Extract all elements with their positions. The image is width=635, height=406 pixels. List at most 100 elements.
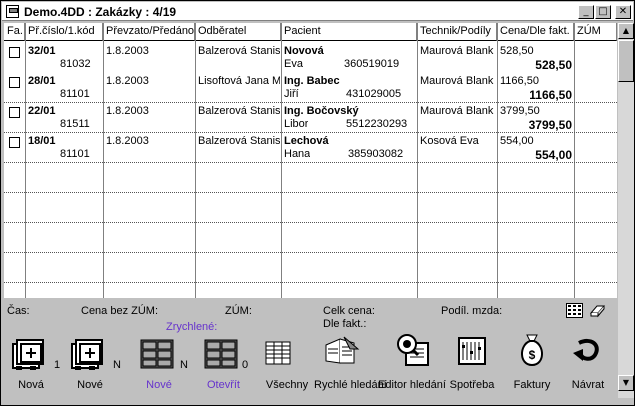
patient-id: 360519019 [344,58,400,70]
total-price-label: Celk cena: [323,305,375,317]
invoice-price: 528,50 [535,58,572,72]
patient-name: Ing. Bočovský [284,105,359,117]
customer-name: Lisoftová Jana M [198,75,280,87]
price-no-zum-label: Cena bez ZÚM: [81,305,159,317]
eraser-icon[interactable] [589,303,606,318]
consumption-icon [458,337,486,368]
tool-label: Editor hledání [378,379,446,391]
order-number: 18/01 [28,135,56,147]
scroll-up-icon[interactable]: ▲ [618,23,634,39]
tool-label: Faktury [513,379,551,391]
technician: Maurová Blank [420,45,494,57]
order-number: 28/01 [28,75,56,87]
window-title: Demo.4DD : Zakázky : 4/19 [24,5,177,19]
row-separator [4,192,617,193]
tool-suffix: N [113,359,121,371]
table-row[interactable]: 28/01 81101 1.8.2003 Lisoftová Jana M In… [4,73,617,103]
invoice-checkbox[interactable] [9,107,20,118]
invoice-price: 1166,50 [529,88,572,102]
invoice-checkbox[interactable] [9,77,20,88]
new-orders-button[interactable]: N Nové [65,331,121,391]
consumption-button[interactable]: Spotřeba [446,331,498,391]
calculator-icon[interactable] [566,303,583,318]
orders-table[interactable]: Fa. Př.číslo/1.kód Převzato/Předáno Odbě… [4,23,617,298]
new-order-button[interactable]: 1 Nová [6,331,60,391]
row-separator [4,222,617,223]
column-header-patient[interactable]: Pacient [281,23,417,41]
drawer-open-icon [204,339,238,372]
tool-suffix: 0 [242,359,249,371]
wage-share-label: Podíl. mzda: [441,305,503,317]
customer-name: Balzerová Stanisl [198,45,280,57]
invoice-checkbox[interactable] [9,47,20,58]
order-date: 1.8.2003 [106,105,149,117]
invoice-checkbox[interactable] [9,137,20,148]
table-row[interactable]: 32/01 81032 1.8.2003 Balzerová Stanisl N… [4,43,617,73]
invoices-icon: $ [517,333,547,370]
title-bar[interactable]: Demo.4DD : Zakázky : 4/19 _ □ ✕ [2,2,633,21]
patient-name: Lechová [284,135,329,147]
patient-id: 431029005 [346,88,402,100]
column-header-customer[interactable]: Odběratel [195,23,281,41]
quick-search-button[interactable]: Rychlé hledání [314,331,387,391]
tool-label: Návrat [571,379,605,391]
tool-suffix: N [180,359,188,371]
column-header-price[interactable]: Cena/Dle fakt. [497,23,574,41]
patient-first-name: Libor [284,118,309,130]
close-button[interactable]: ✕ [615,5,631,19]
price: 3799,50 [500,105,540,117]
technician: Maurová Blank [420,75,494,87]
order-number: 32/01 [28,45,56,57]
table-row[interactable]: 22/01 81511 1.8.2003 Balzerová Stanisl I… [4,103,617,133]
technician: Kosová Eva [420,135,479,147]
vertical-scrollbar[interactable]: ▲ ▼ [618,23,634,398]
scroll-thumb[interactable] [618,40,634,82]
order-date: 1.8.2003 [106,75,149,87]
quick-new-button[interactable]: N Nové [134,331,188,391]
patient-first-name: Eva [284,58,303,70]
invoice-price: 554,00 [535,148,572,162]
return-button[interactable]: Návrat [563,331,613,391]
patient-first-name: Hana [284,148,311,160]
customer-name: Balzerová Stanisl [198,105,280,117]
patient-id: 5512230293 [346,118,408,130]
order-code: 81032 [60,58,91,70]
column-header-technician[interactable]: Technik/Podíly [417,23,497,41]
maximize-button[interactable]: □ [595,5,611,19]
column-header-fa[interactable]: Fa. [4,23,25,41]
time-label: Čas: [7,305,30,317]
minimize-button[interactable]: _ [578,5,594,19]
price: 528,50 [500,45,534,57]
search-editor-icon [396,333,430,370]
quick-open-button[interactable]: 0 Otevřít [196,331,251,391]
search-editor-button[interactable]: Editor hledání [378,331,446,391]
tool-label: Otevřít [206,379,240,391]
return-icon [571,335,603,368]
invoices-button[interactable]: $ Faktury [507,331,557,391]
by-invoice-label: Dle fakt.: [323,318,367,330]
row-separator [4,252,617,253]
order-code: 81101 [60,148,90,160]
technician: Maurová Blank [420,105,494,117]
order-date: 1.8.2003 [106,45,149,57]
tool-label: Nová [18,379,44,391]
patient-first-name: Jiří [284,88,299,100]
customer-name: Balzerová Stanisl [198,135,280,147]
app-icon[interactable] [6,5,19,18]
all-records-button[interactable]: Všechny [257,331,317,391]
order-date: 1.8.2003 [106,135,149,147]
column-header-dates[interactable]: Převzato/Předáno [103,23,195,41]
drawer-new-icon [140,339,174,372]
tool-suffix: 1 [54,359,61,371]
zum-label: ZÚM: [225,305,252,317]
row-separator [4,282,617,283]
table-row[interactable]: 18/01 81101 1.8.2003 Balzerová Stanisl L… [4,133,617,163]
scroll-down-icon[interactable]: ▼ [618,375,634,391]
app-window: Demo.4DD : Zakázky : 4/19 _ □ ✕ Fa. Př.č… [0,0,635,406]
column-header-number[interactable]: Př.číslo/1.kód [25,23,103,41]
column-header-zum[interactable]: ZÚM [574,23,617,41]
new-order-icon [12,336,48,375]
price: 554,00 [500,135,534,147]
tool-label: Rychlé hledání [314,379,387,391]
svg-text:$: $ [529,348,536,362]
